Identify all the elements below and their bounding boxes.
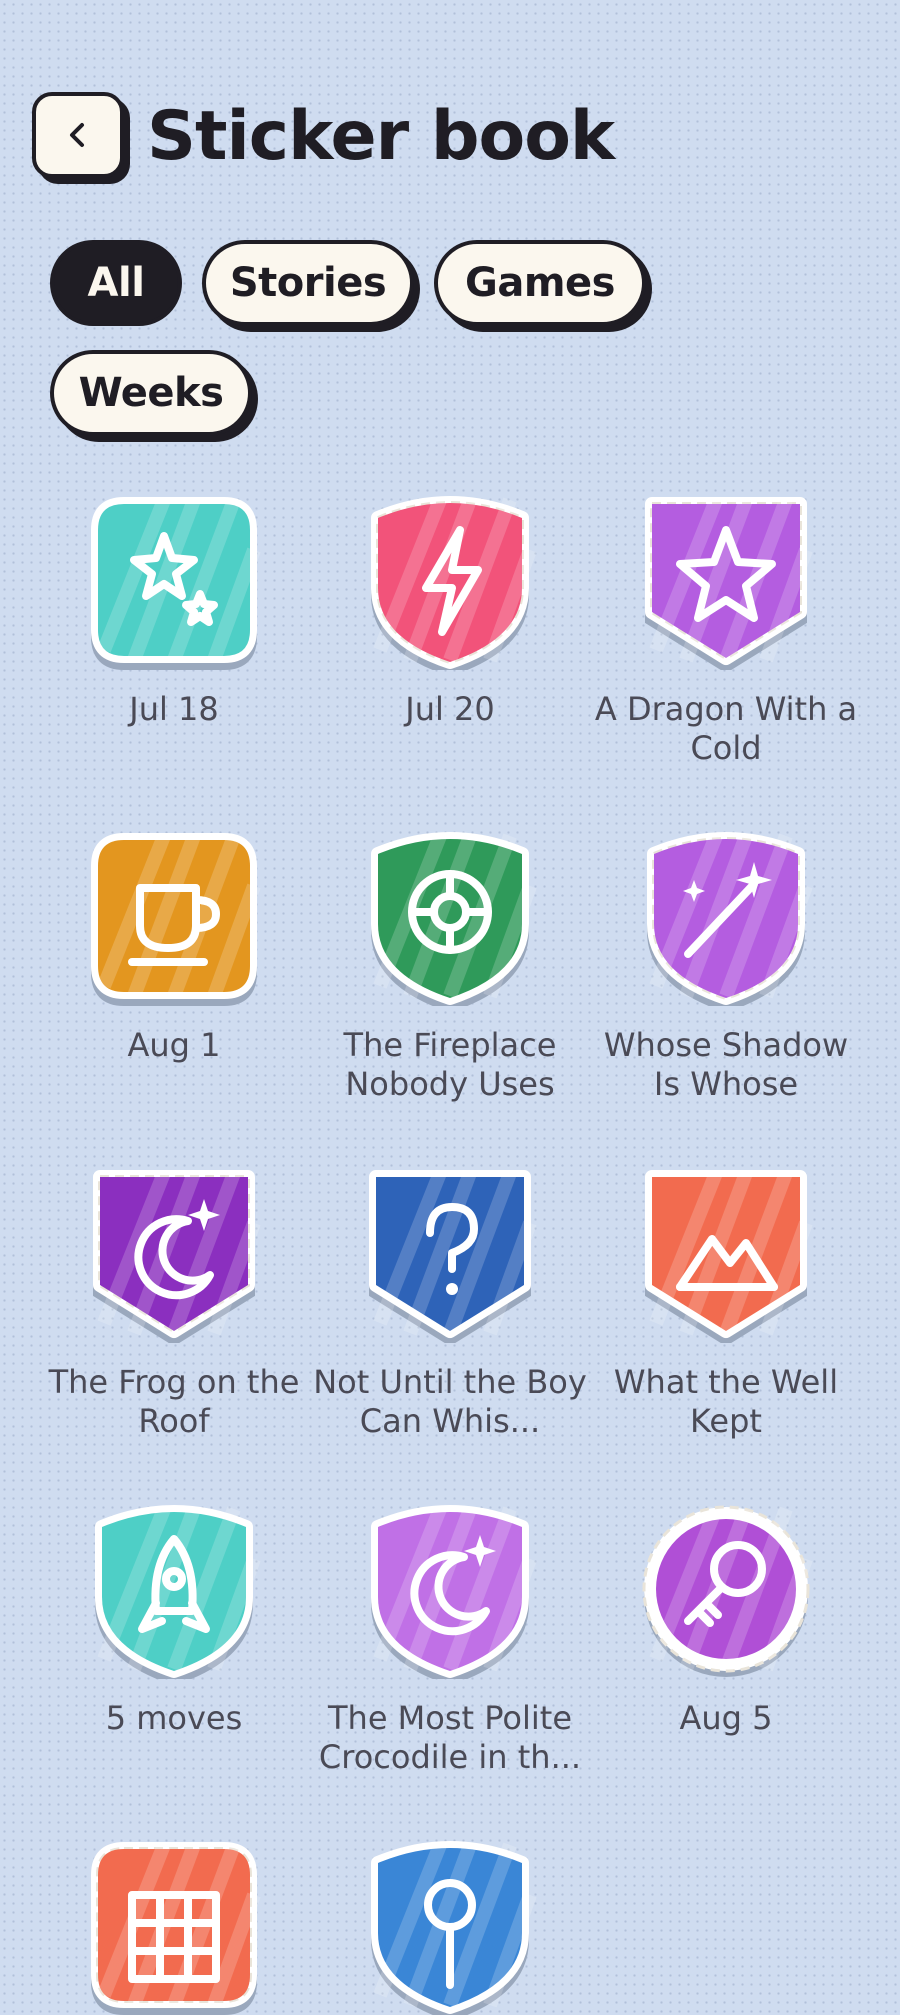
sticker-badge <box>371 1841 537 2015</box>
sticker-label: Jul 18 <box>129 690 219 728</box>
sticker-label: Jul 20 <box>405 690 495 728</box>
sticker-label: Aug 1 <box>127 1026 221 1064</box>
sticker-label: The Most Polite Crocodile in th... <box>318 1699 582 1776</box>
sticker-badge <box>371 832 537 1006</box>
page-title: Sticker book <box>147 97 615 176</box>
sticker-badge <box>645 497 813 670</box>
sticker-label: What the Well Kept <box>613 1363 839 1440</box>
filter-chip-weeks[interactable]: Weeks <box>50 350 252 436</box>
sticker-badge <box>647 832 813 1006</box>
sticker-badge <box>371 496 537 670</box>
sticker-label: The Frog on the Roof <box>48 1363 300 1440</box>
header: Sticker book <box>32 92 872 188</box>
sticker-badge <box>371 1505 537 1679</box>
filter-chip-stories[interactable]: Stories <box>202 240 414 326</box>
sticker-label: Aug 5 <box>679 1699 773 1737</box>
sticker-label: The Fireplace Nobody Uses <box>343 1026 557 1103</box>
sticker-badge <box>645 1170 813 1343</box>
sticker-label: Whose Shadow Is Whose <box>603 1026 849 1103</box>
back-button[interactable] <box>32 92 124 178</box>
sticker-label: A Dragon With a Cold <box>594 690 858 767</box>
sticker-badge <box>91 833 261 1006</box>
filter-chip-games[interactable]: Games <box>434 240 646 326</box>
sticker-label: 5 moves <box>105 1699 243 1737</box>
sticker-badge <box>93 1170 261 1343</box>
sticker-badge <box>369 1170 537 1343</box>
filter-chip-all[interactable]: All <box>50 240 182 326</box>
sticker-badge <box>95 1505 261 1679</box>
sticker-badge <box>91 1842 261 2015</box>
sticker-badge <box>642 1505 813 1677</box>
chevron-left-icon <box>70 123 84 147</box>
sticker-badge <box>91 497 261 670</box>
sticker-label: Not Until the Boy Can Whis... <box>313 1363 587 1440</box>
